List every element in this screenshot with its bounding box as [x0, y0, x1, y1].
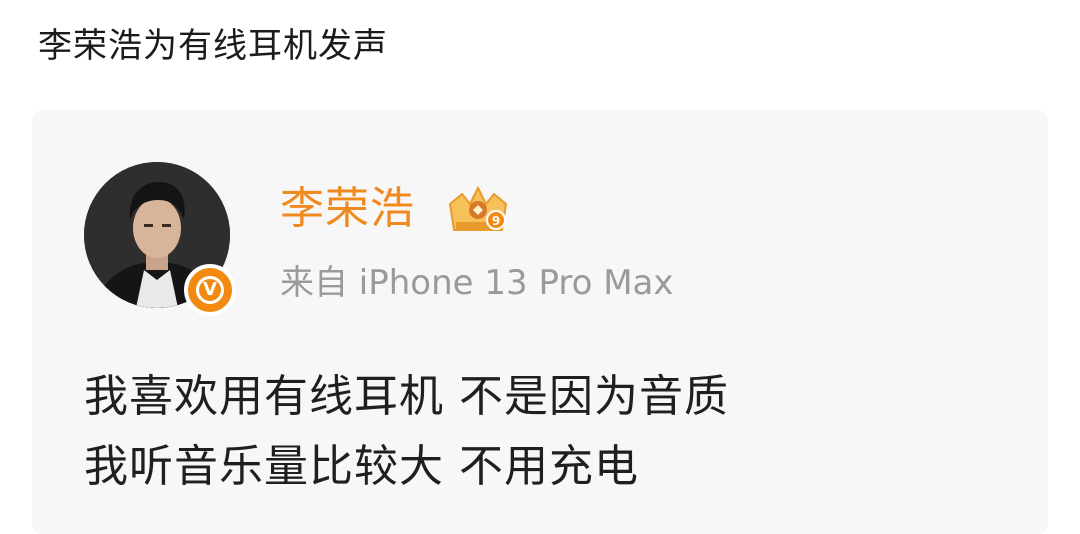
post-source: 来自 iPhone 13 Pro Max: [280, 263, 674, 303]
user-name[interactable]: 李荣浩: [280, 182, 415, 236]
post-line-1: 我喜欢用有线耳机 不是因为音质: [84, 371, 729, 422]
crown-level-badge-icon: 9: [446, 184, 510, 236]
verified-v-icon: V: [184, 264, 236, 316]
post-body: 我喜欢用有线耳机 不是因为音质 我听音乐量比较大 不用充电: [84, 362, 1004, 502]
verified-glyph: V: [196, 276, 224, 304]
badge-level: 9: [492, 214, 500, 228]
weibo-post-card: V 李荣浩 9 来自 iPhone 13 Pro Max 我喜欢用有线耳机 不是…: [32, 110, 1048, 534]
post-line-2: 我听音乐量比较大 不用充电: [84, 441, 639, 492]
page-headline: 李荣浩为有线耳机发声: [38, 26, 388, 66]
